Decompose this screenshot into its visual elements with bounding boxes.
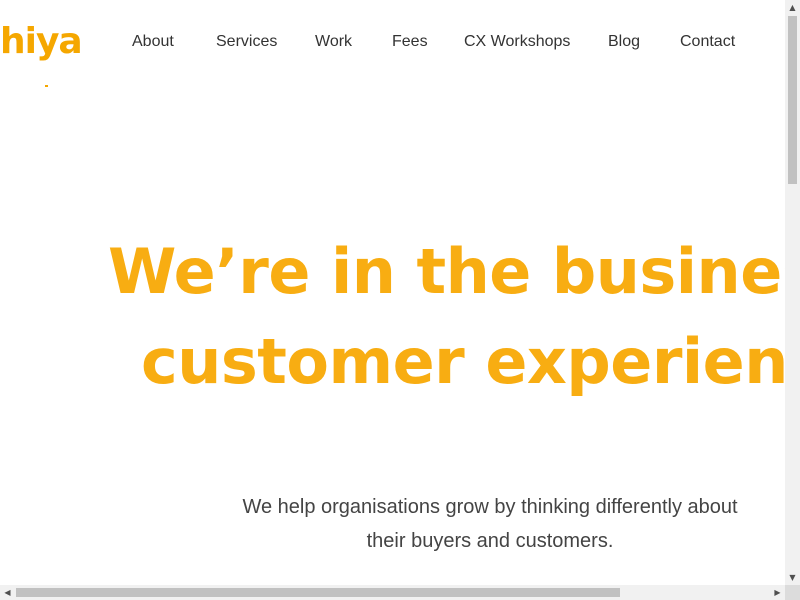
page-viewport: hiya About Services Work Fees CX Worksho… [0,0,785,585]
nav-link-work[interactable]: Work [315,30,352,54]
scroll-left-arrow-icon[interactable]: ◀ [0,585,15,600]
hero-subheading-line-1: We help organisations grow by thinking d… [242,496,738,518]
hiya-logo[interactable]: hiya [0,20,83,64]
vertical-scrollbar[interactable]: ▲ ▼ [785,0,800,585]
nav-link-about[interactable]: About [132,30,174,54]
scroll-right-arrow-icon[interactable]: ▶ [770,585,785,600]
horizontal-scrollbar[interactable]: ◀ ▶ [0,585,785,600]
nav-link-fees[interactable]: Fees [392,30,428,54]
nav-link-contact[interactable]: Contact [680,30,735,54]
nav-link-services[interactable]: Services [216,30,277,54]
hero-headline-line-2: customer experienc [141,325,785,398]
scroll-down-arrow-icon[interactable]: ▼ [785,570,800,585]
logo-accent-mark [45,85,48,87]
scrollbar-corner [785,585,800,600]
hero-subheading: We help organisations grow by thinking d… [200,490,780,558]
nav-link-blog[interactable]: Blog [608,30,640,54]
scroll-up-arrow-icon[interactable]: ▲ [785,0,800,15]
vertical-scroll-thumb[interactable] [788,16,797,184]
hero-subheading-line-2: their buyers and customers. [366,530,614,552]
nav-link-cx-workshops[interactable]: CX Workshops [464,30,570,54]
hero-headline-line-1: We’re in the business [108,235,785,308]
horizontal-scroll-thumb[interactable] [16,588,620,597]
